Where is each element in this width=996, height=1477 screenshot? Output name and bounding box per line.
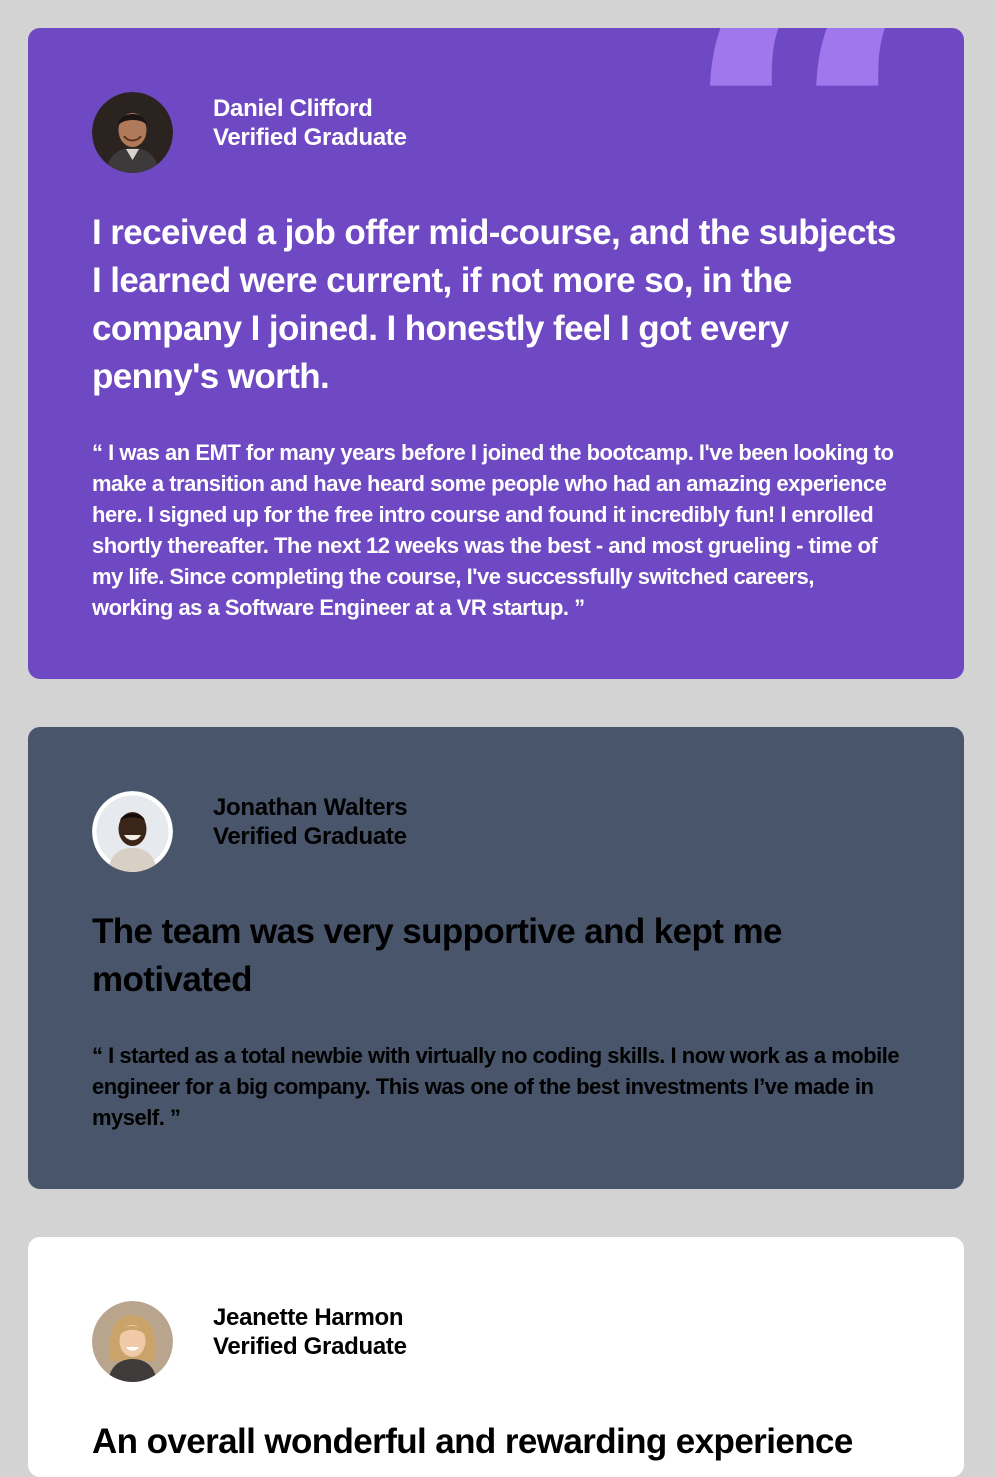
- avatar-jeanette-image: [92, 1301, 173, 1382]
- author-role: Verified Graduate: [213, 124, 407, 151]
- author-block: Jeanette Harmon Verified Graduate: [92, 1301, 900, 1382]
- avatar: [92, 1301, 173, 1382]
- avatar-jonathan-image: [92, 791, 173, 872]
- testimonial-headline: An overall wonderful and rewarding exper…: [92, 1422, 853, 1461]
- testimonial-card-jeanette: Jeanette Harmon Verified Graduate An ove…: [28, 1237, 964, 1477]
- testimonial-headline: The team was very supportive and kept me…: [92, 912, 782, 999]
- author-block: Daniel Clifford Verified Graduate: [92, 92, 900, 173]
- author-name: Jonathan Walters: [213, 794, 408, 821]
- author-block: Jonathan Walters Verified Graduate: [92, 791, 900, 872]
- testimonial-card-daniel: “ Daniel Clifford Verified Graduate I re…: [28, 28, 964, 679]
- testimonial-quote: “ I started as a total newbie with virtu…: [92, 1043, 900, 1130]
- author-role: Verified Graduate: [213, 1333, 407, 1360]
- avatar-daniel-image: [92, 92, 173, 173]
- author-name: Jeanette Harmon: [213, 1304, 404, 1331]
- avatar: [92, 791, 173, 872]
- testimonial-headline: I received a job offer mid-course, and t…: [92, 213, 896, 396]
- testimonial-card-jonathan: Jonathan Walters Verified Graduate The t…: [28, 727, 964, 1189]
- author-role: Verified Graduate: [213, 823, 407, 850]
- author-name: Daniel Clifford: [213, 95, 373, 122]
- testimonial-quote: “ I was an EMT for many years before I j…: [92, 440, 894, 620]
- avatar: [92, 92, 173, 173]
